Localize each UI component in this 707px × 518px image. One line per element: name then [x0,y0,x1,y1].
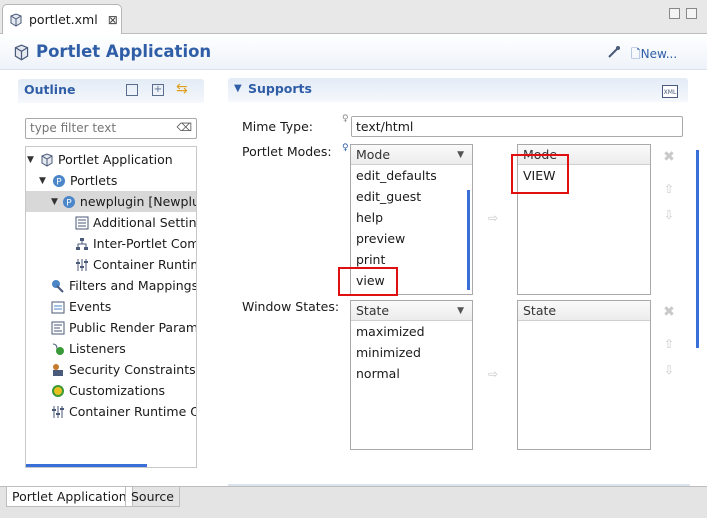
filter-input[interactable] [26,119,176,137]
page-title: Portlet Application [36,42,212,61]
supports-section: ▼ Supports XML Mime Type: ♀ Portlet Mode… [228,78,690,482]
form-header: Portlet Application 🗋New... [0,34,707,70]
list-scrollbar[interactable] [467,190,470,290]
settings-icon [75,216,89,229]
minimize-icon[interactable] [669,8,680,19]
portlets-icon: P [53,174,65,187]
expand-all-icon[interactable]: + [152,84,164,96]
collapse-triangle-icon[interactable]: ▼ [51,197,58,207]
available-states-list[interactable]: State ▼ maximized minimized normal [350,300,473,450]
new-icon: 🗋 [631,47,641,61]
tree-item[interactable]: ▼ P Portlets [39,170,117,191]
modes-column-header[interactable]: Mode ▼ [351,145,472,165]
portlet-file-icon [10,12,22,27]
tree-scrollbar[interactable] [26,464,147,467]
customization-icon [52,384,64,397]
close-icon[interactable]: ⊠ [108,13,118,27]
new-link[interactable]: 🗋New... [631,45,677,66]
tree-item[interactable]: Filters and Mappings [51,275,196,296]
outline-tree: ▼ Portlet Application ▼ P Portlets ▼ P n… [25,146,197,468]
events-icon [51,301,65,313]
mime-type-input[interactable] [352,117,672,136]
tab-portlet-application[interactable]: Portlet Application [6,487,133,507]
dropdown-arrow-icon[interactable]: ▼ [457,306,464,316]
listener-icon [52,343,64,355]
tree-item[interactable]: Listeners [51,338,126,359]
outline-panel: Outline + ⇆ ⌫ ▼ Portlet Application ▼ P … [18,79,206,468]
clear-filter-icon[interactable]: ⌫ [176,121,192,134]
info-bulb-icon: ♀ [342,143,349,153]
render-param-icon [51,321,65,334]
move-up-icon[interactable]: ⇧ [661,182,677,196]
bottom-tab-bar: Portlet Application Source [0,486,707,518]
tree-item[interactable]: Customizations [51,380,165,401]
list-item[interactable]: normal [351,363,472,384]
tree-item[interactable]: Inter-Portlet Com [75,233,196,254]
mime-type-field[interactable] [351,116,683,137]
tree-item[interactable]: Security Constraints [51,359,196,380]
info-bulb-icon: ♀ [342,114,349,124]
security-icon [53,363,63,376]
remove-icon[interactable]: ✖ [661,150,677,164]
collapse-triangle-icon[interactable]: ▼ [39,176,48,186]
move-down-icon[interactable]: ⇩ [661,363,677,377]
list-item[interactable]: minimized [351,342,472,363]
list-item[interactable]: edit_defaults [351,165,472,186]
supports-header[interactable]: ▼ Supports XML [228,78,688,102]
list-item[interactable]: edit_guest [351,186,472,207]
filter-field[interactable]: ⌫ [25,118,197,139]
communication-icon [76,237,88,250]
remove-icon[interactable]: ✖ [661,305,677,319]
editor-tab-bar: portlet.xml ⊠ [0,0,707,34]
outline-header: Outline + ⇆ [18,79,204,103]
portlet-app-icon [41,152,53,167]
runtime-icon [76,258,88,271]
editor-tab-label: portlet.xml [29,12,98,27]
tab-source[interactable]: Source [125,487,180,507]
tree-item[interactable]: Additional Setting [75,212,196,233]
move-up-icon[interactable]: ⇧ [661,337,677,351]
tree-item[interactable]: ▼ Portlet Application [27,149,173,170]
form-scrollbar[interactable] [696,150,699,348]
supports-title: Supports [248,81,312,96]
collapse-all-icon[interactable] [126,84,138,96]
add-arrow-icon[interactable]: ⇨ [485,211,501,225]
states-column-header[interactable]: State ▼ [351,301,472,321]
maximize-icon[interactable] [686,8,697,19]
list-item[interactable]: help [351,207,472,228]
editor-tab-portlet-xml[interactable]: portlet.xml ⊠ [2,4,122,34]
tree-item[interactable]: Container Runtim [75,254,196,275]
dropdown-arrow-icon[interactable]: ▼ [457,150,464,160]
mime-type-label: Mime Type: [242,119,314,134]
move-down-icon[interactable]: ⇩ [661,208,677,222]
tree-item[interactable]: Container Runtime Op [51,401,196,422]
svg-text:XML: XML [664,89,677,96]
outline-title: Outline [24,82,76,97]
selected-states-list[interactable]: State [517,300,651,450]
xml-source-icon[interactable]: XML [662,85,678,98]
runtime-icon [52,405,64,418]
svg-text:P: P [66,198,72,208]
portlet-app-icon [14,44,29,61]
svg-text:P: P [56,177,62,187]
collapse-triangle-icon[interactable]: ▼ [234,83,242,94]
tree-item[interactable]: Events [51,296,111,317]
highlight-box-selected-view [511,154,569,194]
portlet-icon: P [62,195,75,208]
sync-icon[interactable]: ⇆ [176,81,188,97]
tools-icon[interactable] [607,45,621,59]
window-states-label: Window States: [242,299,340,314]
tree-item[interactable]: Public Render Parame [51,317,196,338]
selected-states-header: State [518,301,650,321]
collapse-triangle-icon[interactable]: ▼ [27,155,36,165]
list-item[interactable]: maximized [351,321,472,342]
list-item[interactable]: preview [351,228,472,249]
portlet-modes-label: Portlet Modes: [242,144,332,159]
add-arrow-icon[interactable]: ⇨ [485,367,501,381]
tree-item-selected[interactable]: ▼ P newplugin [Newplu [26,191,196,212]
filter-icon [52,279,64,293]
highlight-box-view [338,267,398,296]
